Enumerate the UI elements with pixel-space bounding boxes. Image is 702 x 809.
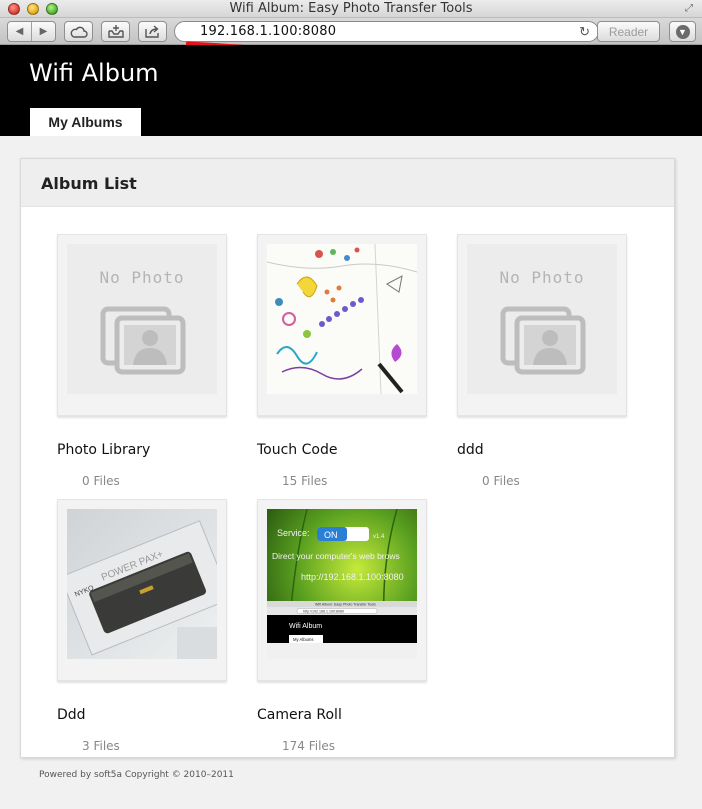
service-toggle-label: ON (324, 530, 338, 540)
album-frame[interactable]: No Photo (57, 234, 227, 416)
no-photo-placeholder: No Photo (67, 244, 217, 394)
album-item[interactable]: No Photo ddd 0 Files (457, 234, 637, 494)
album-name[interactable]: Camera Roll (257, 707, 342, 723)
window-titlebar: Wifi Album: Easy Photo Transfer Tools ⤢ (0, 0, 702, 18)
inbox-add-icon (107, 25, 124, 38)
album-item[interactable]: No Photo Photo Library 0 Files (57, 234, 237, 494)
window-title: Wifi Album: Easy Photo Transfer Tools (229, 1, 473, 16)
album-item[interactable]: Touch Code 15 Files (257, 234, 437, 494)
share-button[interactable] (138, 21, 167, 42)
album-name[interactable]: Photo Library (57, 442, 150, 458)
instruction-text: Direct your computer's web brows (272, 551, 400, 561)
download-icon: ▼ (675, 24, 690, 39)
icloud-tabs-button[interactable] (64, 21, 93, 42)
album-thumbnail[interactable]: No Photo (467, 244, 617, 394)
address-bar[interactable]: 192.168.1.100:8080 ↻ (174, 21, 599, 42)
nav-button-group: ◀ ▶ (7, 21, 56, 42)
share-icon (144, 25, 159, 38)
cloud-icon (70, 26, 88, 38)
camera-roll-screenshot-image: Service: ON v1.4 Direct your computer's … (267, 509, 417, 659)
album-file-count: 0 Files (482, 474, 520, 488)
panel-title: Album List (41, 174, 137, 193)
no-photo-icon (500, 306, 586, 375)
no-photo-placeholder: No Photo (467, 244, 617, 394)
album-thumbnail[interactable]: NYKO POWER PAX+ (67, 509, 217, 659)
fullscreen-icon[interactable]: ⤢ (685, 3, 696, 14)
service-label: Service: (277, 528, 310, 538)
album-list-panel: Album List No Photo Photo Library 0 File… (20, 158, 675, 758)
album-frame[interactable]: NYKO POWER PAX+ (57, 499, 227, 681)
album-name[interactable]: ddd (457, 442, 484, 458)
album-file-count: 3 Files (82, 739, 120, 753)
forward-arrow-icon: ▶ (39, 26, 48, 37)
no-photo-icon (100, 306, 186, 375)
downloads-button[interactable]: ▼ (669, 21, 696, 42)
doodle-drawing-image (267, 244, 417, 394)
site-title: Wifi Album (29, 59, 159, 87)
album-frame[interactable] (257, 234, 427, 416)
back-button[interactable]: ◀ (8, 22, 31, 41)
album-file-count: 0 Files (82, 474, 120, 488)
panel-header: Album List (21, 159, 674, 207)
album-thumbnail[interactable] (267, 244, 417, 394)
tab-my-albums[interactable]: My Albums (30, 108, 141, 136)
album-frame[interactable]: Service: ON v1.4 Direct your computer's … (257, 499, 427, 681)
reader-button[interactable]: Reader (597, 21, 660, 42)
mini-window-title: Wifi Album: Easy Photo Transfer Tools (315, 603, 376, 607)
reload-icon[interactable]: ↻ (579, 24, 590, 40)
mini-site-title: Wifi Album (289, 623, 322, 630)
album-name[interactable]: Ddd (57, 707, 86, 723)
album-item[interactable]: NYKO POWER PAX+ Ddd 3 Files (57, 499, 237, 759)
album-thumbnail[interactable]: No Photo (67, 244, 217, 394)
powerpax-photo-image: NYKO POWER PAX+ (67, 509, 217, 659)
mini-url-text: http://192.168.1.100:8080 (303, 609, 344, 613)
page-footer: Powered by soft5a Copyright © 2010–2011 (39, 770, 234, 780)
album-item[interactable]: Service: ON v1.4 Direct your computer's … (257, 499, 437, 759)
back-arrow-icon: ◀ (15, 26, 24, 37)
version-label: v1.4 (373, 534, 385, 540)
forward-button[interactable]: ▶ (32, 22, 55, 41)
site-header: Wifi Album My Albums (0, 45, 702, 136)
album-frame[interactable]: No Photo (457, 234, 627, 416)
url-text: 192.168.1.100:8080 (200, 24, 337, 39)
album-file-count: 15 Files (282, 474, 328, 488)
reading-list-button[interactable] (101, 21, 130, 42)
mini-tab-label: My Albums (293, 637, 313, 642)
album-file-count: 174 Files (282, 739, 336, 753)
album-thumbnail[interactable]: Service: ON v1.4 Direct your computer's … (267, 509, 417, 659)
server-url-text: http://192.168.1.100:8080 (301, 572, 404, 582)
album-name[interactable]: Touch Code (257, 442, 337, 458)
